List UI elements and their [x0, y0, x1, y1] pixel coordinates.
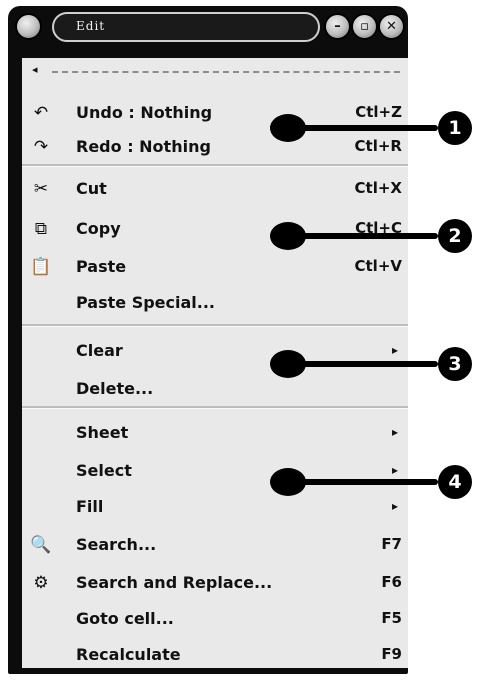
callout-line [290, 125, 438, 131]
callout-badge: 3 [438, 347, 472, 381]
callout-line [290, 479, 438, 485]
menu-separator [22, 164, 408, 167]
menu-item-recalculate[interactable]: Recalculate F9 [22, 638, 408, 672]
callout-badge: 2 [438, 219, 472, 253]
menu-item-fill[interactable]: Fill ▸ [22, 490, 408, 524]
menu-item-copy[interactable]: ⧉ Copy Ctl+C [22, 212, 408, 246]
menu-item-search-and-replace[interactable]: ⚙ Search and Replace... F6 [22, 566, 408, 600]
submenu-arrow-icon: ▸ [391, 343, 398, 357]
menu-item-label: Goto cell... [76, 609, 174, 628]
menu-item-delete[interactable]: Delete... [22, 372, 408, 406]
menu-item-search[interactable]: 🔍 Search... F7 [22, 528, 408, 562]
menu-item-label: Recalculate [76, 645, 181, 664]
window-menu-icon[interactable] [15, 13, 42, 40]
menu-item-label: Cut [76, 179, 107, 198]
menu-item-redo-nothing[interactable]: ↷ Redo : Nothing Ctl+R [22, 130, 408, 164]
menu-item-label: Paste [76, 257, 127, 276]
close-icon: ✕ [386, 19, 397, 34]
menu-item-label: Fill [76, 497, 104, 516]
menu-item-cut[interactable]: ✂ Cut Ctl+X [22, 172, 408, 206]
close-button[interactable]: ✕ [378, 13, 405, 40]
menu-item-label: Delete... [76, 379, 154, 398]
paste-icon: 📋 [30, 257, 52, 277]
edit-menu-window: Edit – ▫ ✕ ◂ ↶ Undo : Nothing Ctl+Z ↷ Redo :… [8, 6, 408, 674]
undo-icon: ↶ [33, 103, 49, 123]
maximize-icon: ▫ [360, 19, 369, 34]
menu-item-label: Search and Replace... [76, 573, 273, 592]
title-bar[interactable]: Edit – ▫ ✕ [8, 6, 408, 50]
menu-item-paste[interactable]: 📋 Paste Ctl+V [22, 250, 408, 284]
callout-line [290, 361, 438, 367]
callout-badge: 1 [438, 111, 472, 145]
tearoff-line [52, 71, 400, 73]
menu-item-label: Select [76, 461, 132, 480]
menu-item-shortcut: F7 [381, 535, 402, 553]
cut-icon: ✂ [33, 179, 49, 199]
maximize-button[interactable]: ▫ [351, 13, 378, 40]
tearoff-arrow-icon: ◂ [32, 63, 38, 76]
callout-badge: 4 [438, 465, 472, 499]
menu-item-label: Clear [76, 341, 123, 360]
menu-item-label: Copy [76, 219, 121, 238]
minimize-button[interactable]: – [324, 13, 351, 40]
menu-item-shortcut: F6 [381, 573, 402, 591]
menu-item-label: Sheet [76, 423, 129, 442]
window-title: Edit [76, 19, 106, 33]
redo-icon: ↷ [33, 137, 49, 157]
menu-item-shortcut: F9 [381, 645, 402, 663]
tearoff-strip[interactable]: ◂ [22, 63, 408, 78]
menu-item-label: Search... [76, 535, 157, 554]
menu-item-shortcut: Ctl+X [354, 179, 402, 197]
menu-item-label: Undo : Nothing [76, 103, 213, 122]
submenu-arrow-icon: ▸ [391, 499, 398, 513]
search-icon: 🔍 [30, 535, 52, 555]
submenu-arrow-icon: ▸ [391, 425, 398, 439]
title-field: Edit [52, 12, 320, 42]
search-replace-icon: ⚙ [33, 573, 49, 593]
submenu-arrow-icon: ▸ [391, 463, 398, 477]
minimize-icon: – [334, 19, 341, 34]
menu-item-shortcut: Ctl+V [354, 257, 403, 275]
menu-item-shortcut: Ctl+R [354, 137, 402, 155]
menu-item-label: Redo : Nothing [76, 137, 211, 156]
callout-line [290, 233, 438, 239]
menu-item-shortcut: F5 [381, 609, 402, 627]
menu-separator [22, 324, 408, 327]
menu-item-sheet[interactable]: Sheet ▸ [22, 416, 408, 450]
menu-separator [22, 406, 408, 409]
menu-item-paste-special[interactable]: Paste Special... [22, 286, 408, 320]
menu-item-shortcut: Ctl+Z [355, 103, 402, 121]
menu-item-goto-cell[interactable]: Goto cell... F5 [22, 602, 408, 636]
copy-icon: ⧉ [34, 219, 48, 239]
menu-item-label: Paste Special... [76, 293, 215, 312]
